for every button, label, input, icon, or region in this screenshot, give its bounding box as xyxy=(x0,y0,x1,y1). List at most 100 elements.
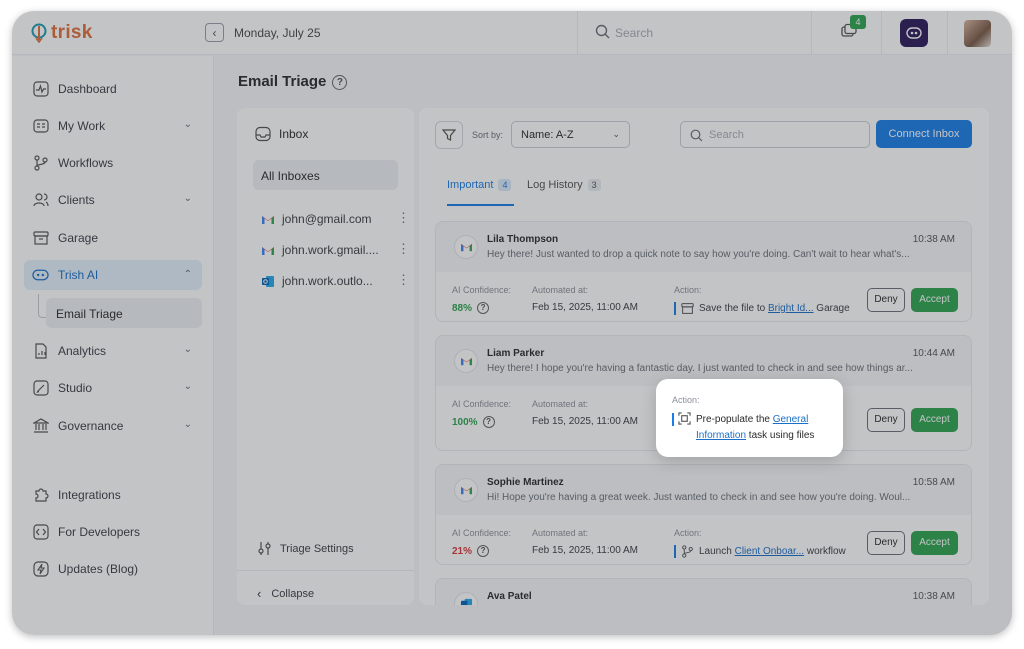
ai-assistant-button[interactable] xyxy=(900,19,928,47)
sidebar-item-my-work[interactable]: My Work ⌄ xyxy=(24,111,202,141)
email-card[interactable]: Sophie Martinez 10:58 AM Hi! Hope you're… xyxy=(435,464,972,565)
sidebar-item-clients[interactable]: Clients ⌄ xyxy=(24,185,202,215)
tab-count: 3 xyxy=(587,179,601,191)
automated-at-value: Feb 15, 2025, 11:00 AM xyxy=(532,545,639,556)
notification-badge: 4 xyxy=(850,15,866,29)
email-preview: Hey there! I hope you're having a fantas… xyxy=(487,363,913,374)
action-popover: Action: Pre-populate the General Informa… xyxy=(656,379,843,457)
accept-button[interactable]: Accept xyxy=(911,531,958,555)
action-marker xyxy=(674,302,676,315)
sidebar-item-garage[interactable]: Garage xyxy=(24,223,202,253)
action-label: Action: xyxy=(674,528,702,538)
search-icon xyxy=(595,24,610,39)
sidebar: Dashboard My Work ⌄ Workflows Clients ⌄ … xyxy=(12,56,214,635)
more-options-icon[interactable]: ⋮ xyxy=(397,273,410,286)
email-card-header: Lila Thompson 10:38 AM Hey there! Just w… xyxy=(436,222,971,272)
filter-button[interactable] xyxy=(435,121,463,149)
help-icon[interactable]: ? xyxy=(332,75,348,90)
global-search[interactable]: Search xyxy=(577,11,812,55)
chevron-down-icon: ⌄ xyxy=(183,193,192,204)
email-sender: Liam Parker xyxy=(487,348,545,359)
sidebar-item-workflows[interactable]: Workflows xyxy=(24,148,202,178)
user-avatar[interactable] xyxy=(964,20,991,47)
sidebar-item-label: Integrations xyxy=(58,488,121,502)
bank-icon xyxy=(32,418,49,435)
action-link[interactable]: Bright Id... xyxy=(768,303,814,314)
sidebar-item-label: Trish AI xyxy=(58,268,99,282)
archive-icon xyxy=(32,230,49,247)
inbox-account-item[interactable]: john.work.outlo... ⋮ xyxy=(261,273,410,288)
id-card-icon xyxy=(32,118,49,135)
pen-icon xyxy=(32,380,49,397)
accept-button[interactable]: Accept xyxy=(911,288,958,312)
more-options-icon[interactable]: ⋮ xyxy=(397,242,410,255)
email-preview: Hey there! Just wanted to drop a quick n… xyxy=(487,249,910,260)
automated-at-value: Feb 15, 2025, 11:00 AM xyxy=(532,416,639,427)
sidebar-item-dashboard[interactable]: Dashboard xyxy=(24,74,202,104)
collapse-sidebar-button[interactable]: ‹ xyxy=(205,23,224,42)
sidebar-subitem-email-triage[interactable]: Email Triage xyxy=(46,298,202,328)
popover-action-text: Pre-populate the General Information tas… xyxy=(696,412,836,444)
confidence-value: 100%? xyxy=(452,416,495,428)
deny-button[interactable]: Deny xyxy=(867,531,905,555)
collapse-button[interactable]: ‹ Collapse xyxy=(257,586,314,601)
inbox-account-label: john.work.gmail.... xyxy=(282,243,379,257)
email-card[interactable]: Lila Thompson 10:38 AM Hey there! Just w… xyxy=(435,221,972,322)
outlook-icon xyxy=(262,275,274,287)
chevron-down-icon: ⌄ xyxy=(183,381,192,392)
filter-icon xyxy=(442,129,456,141)
email-card[interactable]: Ava Patel 10:38 AM xyxy=(435,578,972,605)
sidebar-item-analytics[interactable]: Analytics ⌄ xyxy=(24,336,202,366)
email-search-input[interactable]: Search xyxy=(680,121,870,148)
help-icon[interactable]: ? xyxy=(477,545,490,557)
sidebar-item-trish-ai[interactable]: Trish AI ⌃ xyxy=(24,260,202,290)
accept-button[interactable]: Accept xyxy=(911,408,958,432)
more-options-icon[interactable]: ⋮ xyxy=(397,211,410,224)
scan-icon xyxy=(678,412,691,425)
triage-settings-button[interactable]: Triage Settings xyxy=(257,541,354,556)
help-icon[interactable]: ? xyxy=(477,302,490,314)
confidence-percent: 100% xyxy=(452,416,478,428)
action-marker xyxy=(672,413,674,426)
sidebar-item-studio[interactable]: Studio ⌄ xyxy=(24,373,202,403)
logo[interactable]: trisk xyxy=(30,22,93,44)
email-card-header: Sophie Martinez 10:58 AM Hi! Hope you're… xyxy=(436,465,971,515)
tree-connector xyxy=(38,294,46,318)
triage-settings-label: Triage Settings xyxy=(280,542,354,555)
inbox-account-item[interactable]: john.work.gmail.... ⋮ xyxy=(261,242,410,257)
inbox-account-item[interactable]: john@gmail.com ⋮ xyxy=(261,211,410,226)
connect-inbox-button[interactable]: Connect Inbox xyxy=(876,120,972,148)
top-bar: trisk ‹ Monday, July 25 Search 4 xyxy=(12,11,1012,55)
tab-important[interactable]: Important 4 xyxy=(447,179,512,191)
action-description: Launch Client Onboar... workflow xyxy=(674,545,846,558)
chevron-up-icon: ⌃ xyxy=(183,269,192,280)
chevron-down-icon: ⌄ xyxy=(183,344,192,355)
bot-icon xyxy=(906,27,922,39)
email-time: 10:38 AM xyxy=(912,591,955,602)
confidence-label: AI Confidence: xyxy=(452,285,512,295)
deny-button[interactable]: Deny xyxy=(867,408,905,432)
sort-select-value: Name: A-Z xyxy=(521,129,574,141)
tab-log-history[interactable]: Log History 3 xyxy=(527,179,601,191)
sidebar-item-for-developers[interactable]: For Developers xyxy=(24,517,202,547)
automated-label: Automated at: xyxy=(532,528,589,538)
sidebar-item-integrations[interactable]: Integrations xyxy=(24,480,202,510)
chevron-down-icon: ⌄ xyxy=(183,119,192,130)
sort-select[interactable]: Name: A-Z ⌄ xyxy=(511,121,630,148)
all-inboxes-item[interactable]: All Inboxes xyxy=(253,160,398,190)
action-marker xyxy=(674,545,676,558)
action-description: Save the file to Bright Id... Garage xyxy=(674,302,850,315)
sidebar-item-updates-blog[interactable]: Updates (Blog) xyxy=(24,554,202,584)
deny-button[interactable]: Deny xyxy=(867,288,905,312)
sidebar-item-governance[interactable]: Governance ⌄ xyxy=(24,411,202,441)
confidence-label: AI Confidence: xyxy=(452,399,512,409)
tab-count: 4 xyxy=(498,179,512,191)
branch-icon xyxy=(682,545,693,558)
email-card-meta: AI Confidence: Automated at: Action: 88%… xyxy=(436,272,971,321)
action-link[interactable]: Client Onboar... xyxy=(735,546,804,557)
sidebar-subitem-label: Email Triage xyxy=(56,307,123,321)
confidence-value: 21%? xyxy=(452,545,490,557)
gmail-icon xyxy=(454,235,478,259)
email-sender: Sophie Martinez xyxy=(487,477,564,488)
help-icon[interactable]: ? xyxy=(482,416,495,428)
